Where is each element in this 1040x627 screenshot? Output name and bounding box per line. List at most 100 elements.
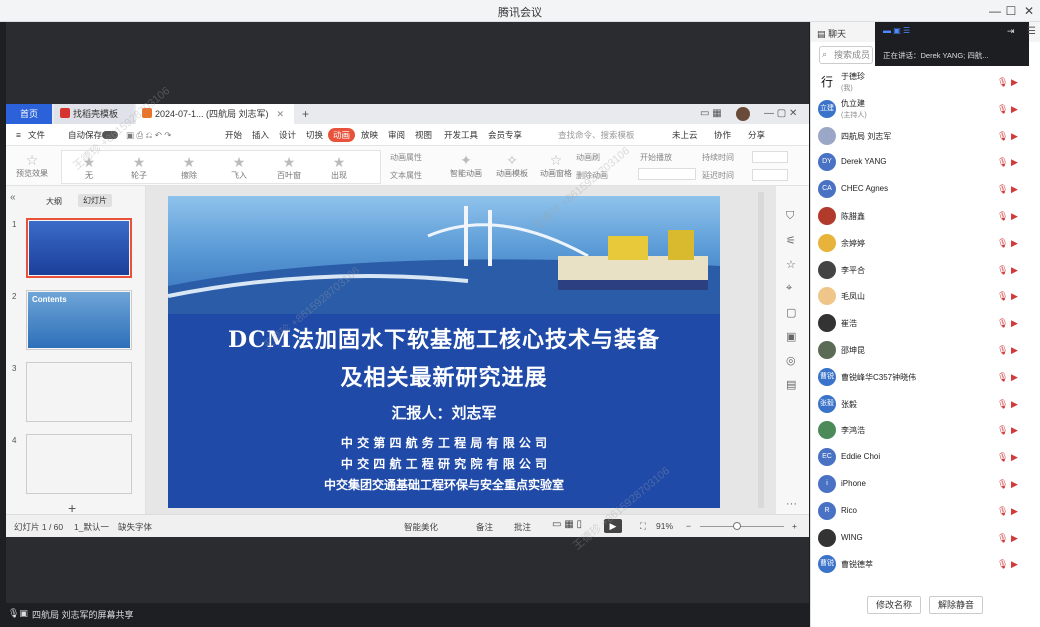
camera-off-icon[interactable]: ▶	[1011, 265, 1018, 276]
beautify-button[interactable]: 智能美化	[404, 521, 438, 533]
member-row[interactable]: i iPhone 🎙 ▶	[811, 472, 1040, 498]
mic-muted-icon[interactable]: 🎙	[997, 291, 1008, 302]
menu-design[interactable]: 设计	[279, 128, 296, 142]
collapse-panel-icon[interactable]: «	[10, 192, 16, 203]
zoom-in-button[interactable]: +	[792, 521, 797, 531]
user-avatar[interactable]	[736, 107, 750, 121]
member-row[interactable]: EC Eddie Choi 🎙 ▶	[811, 445, 1040, 471]
camera-off-icon[interactable]: ▶	[1011, 399, 1018, 410]
tab-slides[interactable]: 幻灯片	[78, 194, 112, 207]
member-row[interactable]: 崔浩 🎙 ▶	[811, 311, 1040, 337]
member-row[interactable]: 余婷婷 🎙 ▶	[811, 231, 1040, 257]
view-mode-icons[interactable]: ▭ ▦ ▯	[552, 519, 582, 530]
camera-off-icon[interactable]: ▶	[1011, 533, 1018, 544]
member-row[interactable]: 陈腊鑫 🎙 ▶	[811, 204, 1040, 230]
effect-wheel[interactable]: ★ 轮子	[118, 154, 160, 181]
mic-muted-icon[interactable]: 🎙	[997, 479, 1008, 490]
mic-muted-icon[interactable]: 🎙	[997, 345, 1008, 356]
missing-font[interactable]: 缺失字体	[118, 521, 152, 533]
rename-button[interactable]: 修改名称	[867, 596, 921, 614]
preview-effect-button[interactable]: ☆ 预览效果	[12, 152, 52, 179]
menu-transition[interactable]: 切换	[306, 128, 323, 142]
layout-icon[interactable]: ▬ ▣ ☰	[883, 26, 910, 35]
menu-animation[interactable]: 动画	[328, 128, 356, 142]
anim-pane-button[interactable]: ☆ 动画窗格	[536, 152, 576, 179]
effect-wipe[interactable]: ★ 擦除	[168, 154, 210, 181]
member-row[interactable]: 张毅 张毅 🎙 ▶	[811, 392, 1040, 418]
unmute-all-button[interactable]: 解除静音	[929, 596, 983, 614]
tab-home[interactable]: 首页	[6, 104, 52, 124]
duration-input[interactable]	[752, 151, 788, 163]
layout-icon[interactable]: ▭ ▦	[694, 104, 728, 124]
delay-input[interactable]	[752, 169, 788, 181]
window-controls-icon[interactable]: — ▢ ✕	[758, 104, 803, 124]
menu-member[interactable]: 会员专享	[488, 128, 522, 142]
camera-off-icon[interactable]: ▶	[1011, 559, 1018, 570]
camera-off-icon[interactable]: ▶	[1011, 157, 1018, 168]
menu-home[interactable]: 开始	[225, 128, 242, 142]
camera-off-icon[interactable]: ▶	[1011, 211, 1018, 222]
camera-off-icon[interactable]: ▶	[1011, 184, 1018, 195]
mic-muted-icon[interactable]: 🎙	[997, 452, 1008, 463]
anim-brush-button[interactable]: 动画刷	[576, 152, 600, 163]
theme-name[interactable]: 1_默认一	[74, 521, 109, 533]
comment-icon[interactable]: ▢	[786, 306, 796, 319]
member-row[interactable]: 行于德珍 (我) 🎙 ▶	[811, 70, 1040, 96]
member-row[interactable]: 立建 仇立建 (主持人) 🎙 ▶	[811, 97, 1040, 123]
member-row[interactable]: R Rico 🎙 ▶	[811, 499, 1040, 525]
anim-template-button[interactable]: ✧ 动画模板	[490, 152, 534, 179]
menu-review[interactable]: 审阅	[388, 128, 405, 142]
close-tab-icon[interactable]: ✕	[277, 109, 285, 119]
comment-button[interactable]: 批注	[514, 521, 531, 533]
vertical-scrollbar[interactable]	[758, 192, 764, 508]
adjust-icon[interactable]: ⚟	[786, 234, 796, 247]
tab-outline[interactable]: 大纲	[46, 196, 62, 207]
search-input[interactable]: 搜索成员	[819, 46, 873, 64]
smart-anim-button[interactable]: ✦ 智能动画	[446, 152, 486, 179]
camera-off-icon[interactable]: ▶	[1011, 345, 1018, 356]
slide-thumbnail-3[interactable]	[26, 362, 132, 422]
mic-muted-icon[interactable]: 🎙	[997, 559, 1008, 570]
zoom-slider-handle[interactable]	[733, 522, 741, 530]
mic-muted-icon[interactable]: 🎙	[997, 157, 1008, 168]
effect-blinds[interactable]: ★ 百叶窗	[268, 154, 310, 181]
menu-share[interactable]: 分享	[748, 128, 765, 142]
mic-muted-icon[interactable]: 🎙	[997, 372, 1008, 383]
menu-icon[interactable]: ≡	[16, 128, 21, 142]
camera-off-icon[interactable]: ▶	[1011, 131, 1018, 142]
slide-thumbnail-1[interactable]	[26, 218, 132, 278]
camera-off-icon[interactable]: ▶	[1011, 425, 1018, 436]
member-row[interactable]: DY Derek YANG 🎙 ▶	[811, 150, 1040, 176]
mic-muted-icon[interactable]: 🎙	[997, 211, 1008, 222]
expand-icon[interactable]: ⇥	[1007, 26, 1015, 37]
effect-appear[interactable]: ★ 出现	[318, 154, 360, 181]
member-row[interactable]: WING 🎙 ▶	[811, 526, 1040, 552]
camera-off-icon[interactable]: ▶	[1011, 479, 1018, 490]
menu-icon[interactable]: ☰	[1027, 26, 1036, 37]
menu-file[interactable]: 文件	[28, 128, 45, 142]
fit-icon[interactable]: ⛶	[640, 521, 646, 532]
menu-insert[interactable]: 插入	[252, 128, 269, 142]
shape-icon[interactable]: ⛉	[786, 210, 794, 223]
member-row[interactable]: 邵坤昆 🎙 ▶	[811, 338, 1040, 364]
mic-muted-icon[interactable]: 🎙	[997, 318, 1008, 329]
member-row[interactable]: 毛凤山 🎙 ▶	[811, 284, 1040, 310]
member-row[interactable]: 曹锐 曹锐德萃 🎙 ▶	[811, 552, 1040, 578]
mic-muted-icon[interactable]: 🎙	[997, 506, 1008, 517]
quick-tools-icon[interactable]: ▣ ⎙ ⎌ ↶ ↷	[126, 128, 171, 142]
slide-thumbnail-4[interactable]	[26, 434, 132, 494]
anim-attr-button[interactable]: 动画属性	[390, 152, 422, 163]
add-tab-button[interactable]: +	[296, 104, 315, 124]
camera-off-icon[interactable]: ▶	[1011, 238, 1018, 249]
book-icon[interactable]: ▤	[786, 378, 796, 391]
member-row[interactable]: 李鸿浩 🎙 ▶	[811, 418, 1040, 444]
image-icon[interactable]: ▣	[786, 330, 796, 343]
member-row[interactable]: 李平合 🎙 ▶	[811, 258, 1040, 284]
more-icon[interactable]: ···	[786, 498, 797, 510]
zoom-slider[interactable]	[700, 526, 784, 527]
menu-cloud[interactable]: 未上云	[672, 128, 698, 142]
chat-tab[interactable]: ▤ 聊天	[817, 27, 846, 40]
camera-off-icon[interactable]: ▶	[1011, 104, 1018, 115]
zoom-level[interactable]: 91%	[656, 521, 673, 531]
menu-slideshow[interactable]: 放映	[361, 128, 378, 142]
